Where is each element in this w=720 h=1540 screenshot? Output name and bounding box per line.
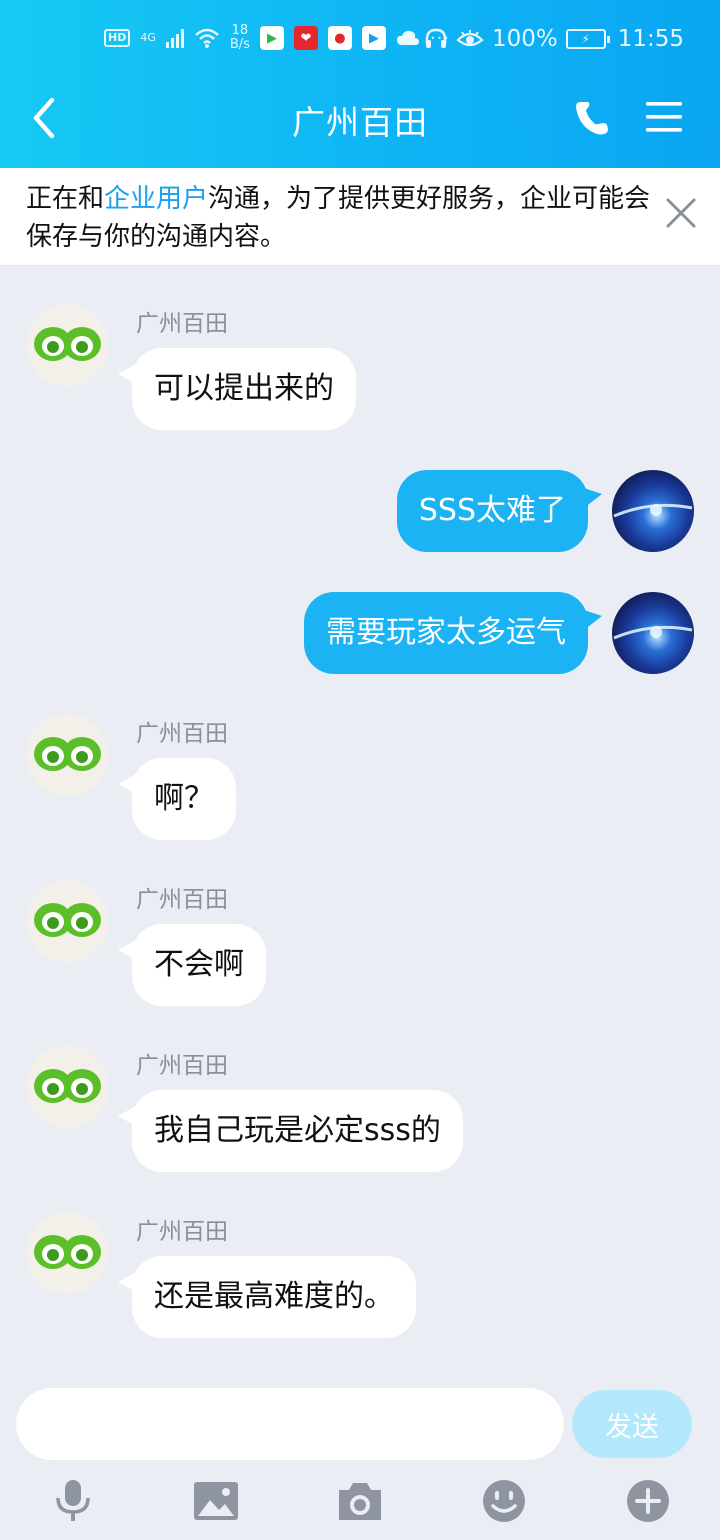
map-app-icon: ● xyxy=(327,26,352,50)
network-type: 4G xyxy=(140,31,156,44)
status-bar: HD 4G 18 B/s ▶ ❤ ● ▶ ··· 100% ⚡ 11:55 xyxy=(0,20,720,64)
baitian-logo-icon xyxy=(34,737,101,771)
image-icon[interactable] xyxy=(191,1478,241,1524)
menu-icon[interactable] xyxy=(644,100,684,134)
sender-avatar[interactable] xyxy=(26,880,108,962)
sender-name: 广州百田 xyxy=(136,311,228,337)
message-bubble-incoming[interactable]: 我自己玩是必定sss的 xyxy=(132,1090,463,1172)
eye-comfort-icon xyxy=(456,30,484,47)
baitian-logo-icon xyxy=(34,327,101,361)
microphone-icon[interactable] xyxy=(48,1478,98,1524)
video-app-icon: ▶ xyxy=(259,26,284,50)
hd-badge: HD xyxy=(104,29,131,47)
message-input[interactable] xyxy=(16,1388,564,1460)
sender-name: 广州百田 xyxy=(136,1219,228,1245)
privacy-notice-text: 正在和企业用户沟通，为了提供更好服务，企业可能会保存与你的沟通内容。 xyxy=(26,180,656,256)
battery-percent: 100% xyxy=(491,26,558,52)
message-bubble-outgoing[interactable]: 需要玩家太多运气 xyxy=(304,592,588,674)
battery-icon: ⚡ xyxy=(565,29,610,49)
sender-name: 广州百田 xyxy=(136,1053,228,1079)
message-bubble-incoming[interactable]: 不会啊 xyxy=(132,924,266,1006)
sender-name: 广州百田 xyxy=(136,887,228,913)
galaxy-avatar-icon xyxy=(613,625,693,640)
chat-header: HD 4G 18 B/s ▶ ❤ ● ▶ ··· 100% ⚡ 11:55 广州… xyxy=(0,0,720,168)
baitian-logo-icon xyxy=(34,1069,101,1103)
speed-value: 18 xyxy=(231,23,249,38)
sender-avatar[interactable] xyxy=(26,1212,108,1294)
send-button[interactable]: 发送 xyxy=(572,1390,692,1458)
baitian-logo-icon xyxy=(34,903,101,937)
message-bubble-incoming[interactable]: 还是最高难度的。 xyxy=(132,1256,416,1338)
shopping-app-icon: ❤ xyxy=(293,26,318,50)
cloud-icon xyxy=(396,30,419,45)
back-arrow-icon[interactable] xyxy=(28,94,68,142)
speed-unit: B/s xyxy=(229,37,250,52)
message-bubble-incoming[interactable]: 啊？ xyxy=(132,758,236,840)
wifi-icon xyxy=(195,28,219,48)
galaxy-avatar-icon xyxy=(613,503,693,518)
youku-app-icon: ▶ xyxy=(361,26,386,50)
message-bubble-incoming[interactable]: 可以提出来的 xyxy=(132,348,356,430)
plus-icon[interactable] xyxy=(623,1478,673,1524)
headphones-icon xyxy=(425,28,447,48)
clock: 11:55 xyxy=(617,26,684,52)
close-icon[interactable] xyxy=(662,194,700,232)
user-avatar[interactable] xyxy=(612,470,694,552)
user-avatar[interactable] xyxy=(612,592,694,674)
phone-call-icon[interactable] xyxy=(572,98,612,138)
sender-avatar[interactable] xyxy=(26,1046,108,1128)
enterprise-user-link[interactable]: 企业用户 xyxy=(104,184,208,214)
status-left: HD 4G 18 B/s ▶ ❤ ● ▶ ··· xyxy=(104,24,450,52)
privacy-notice-banner: 正在和企业用户沟通，为了提供更好服务，企业可能会保存与你的沟通内容。 xyxy=(0,168,720,266)
chat-title: 广州百田 xyxy=(292,103,428,142)
sender-avatar[interactable] xyxy=(26,714,108,796)
signal-icon xyxy=(165,28,184,48)
camera-icon[interactable] xyxy=(335,1478,385,1524)
sender-avatar[interactable] xyxy=(26,304,108,386)
notice-text-before: 正在和 xyxy=(26,184,105,214)
emoji-icon[interactable] xyxy=(479,1478,529,1524)
network-speed: 18 B/s xyxy=(230,24,250,52)
baitian-logo-icon xyxy=(34,1235,101,1269)
message-bubble-outgoing[interactable]: SSS太难了 xyxy=(396,470,588,552)
status-right: 100% ⚡ 11:55 xyxy=(424,26,684,52)
sender-name: 广州百田 xyxy=(136,721,228,747)
